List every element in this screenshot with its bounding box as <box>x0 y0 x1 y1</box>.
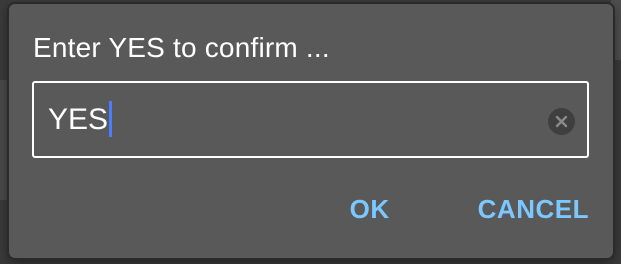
dialog-title: Enter YES to confirm ... <box>33 32 330 63</box>
confirm-input-value[interactable]: YES <box>48 101 113 138</box>
confirm-dialog: Enter YES to confirm ... YES OK CANCEL <box>9 4 613 258</box>
cancel-button[interactable]: CANCEL <box>478 194 589 225</box>
ok-button[interactable]: OK <box>350 194 390 225</box>
dialog-actions: OK CANCEL <box>350 194 589 225</box>
clear-icon[interactable] <box>548 108 575 135</box>
confirm-input[interactable]: YES <box>32 81 589 158</box>
text-caret <box>109 101 113 138</box>
